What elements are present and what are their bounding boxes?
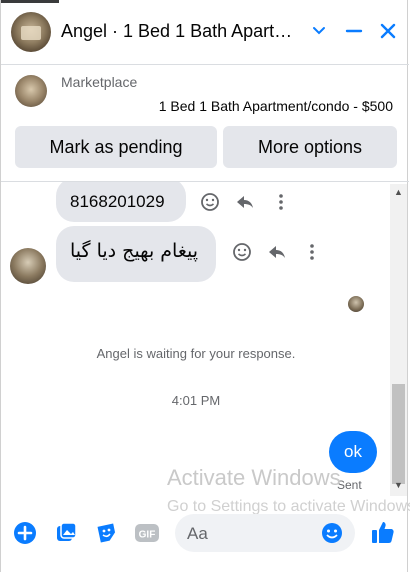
chat-window: Angel · 1 Bed 1 Bath Apart… Marketplace …	[0, 0, 410, 572]
emoji-icon[interactable]	[321, 522, 343, 544]
chat-title[interactable]: Angel · 1 Bed 1 Bath Apart…	[61, 21, 292, 42]
react-emoji-icon[interactable]	[230, 242, 254, 267]
message-bubble[interactable]: پیغام بھیج دیا گیا	[56, 226, 216, 282]
message-input-placeholder: Aa	[187, 524, 208, 543]
more-vertical-icon[interactable]	[269, 192, 293, 217]
svg-text:GIF: GIF	[139, 530, 156, 541]
react-emoji-icon[interactable]	[198, 192, 222, 217]
waiting-notice: Angel is waiting for your response.	[96, 346, 296, 361]
message-input[interactable]: Aa	[175, 514, 355, 552]
message-text: پیغام بھیج دیا گیا	[70, 240, 199, 262]
photo-gallery-icon[interactable]	[52, 519, 80, 547]
contact-avatar[interactable]	[11, 12, 51, 52]
listing-title[interactable]: 1 Bed 1 Bath Apartment/condo - $500	[159, 98, 393, 114]
close-icon[interactable]	[375, 18, 401, 47]
minimize-icon[interactable]	[341, 18, 367, 47]
scroll-down-arrow-icon[interactable]: ▼	[390, 480, 407, 490]
reply-icon[interactable]	[233, 192, 257, 217]
message-text: 8168201029	[70, 192, 165, 211]
message-list[interactable]: 8168201029 پیغام بھیج دیا گیا Angel is w…	[1, 182, 409, 502]
scroll-up-arrow-icon[interactable]: ▲	[390, 187, 407, 197]
reply-icon[interactable]	[265, 242, 289, 267]
message-timestamp: 4:01 PM	[171, 393, 221, 408]
scrollbar-thumb[interactable]	[392, 384, 405, 484]
chat-header[interactable]: Angel · 1 Bed 1 Bath Apart…	[1, 0, 409, 64]
message-status: Sent	[337, 478, 362, 492]
sender-avatar[interactable]	[10, 248, 46, 284]
gif-icon[interactable]: GIF	[133, 519, 161, 547]
sticker-icon[interactable]	[93, 519, 121, 547]
message-bubble[interactable]: 8168201029	[56, 182, 186, 222]
more-options-button[interactable]: More options	[223, 126, 397, 168]
chevron-down-icon[interactable]	[306, 18, 332, 45]
more-vertical-icon[interactable]	[300, 242, 324, 267]
chat-scrollbar[interactable]: ▲ ▼	[390, 184, 407, 496]
mark-as-pending-button[interactable]: Mark as pending	[15, 126, 217, 168]
seen-avatar	[348, 296, 364, 312]
plus-circle-icon[interactable]	[11, 519, 39, 547]
outgoing-message-bubble[interactable]: ok	[329, 431, 377, 473]
listing-thumbnail[interactable]	[15, 75, 47, 107]
marketplace-label: Marketplace	[61, 74, 138, 90]
header-divider	[1, 64, 409, 65]
thumbs-up-icon[interactable]	[369, 518, 397, 546]
